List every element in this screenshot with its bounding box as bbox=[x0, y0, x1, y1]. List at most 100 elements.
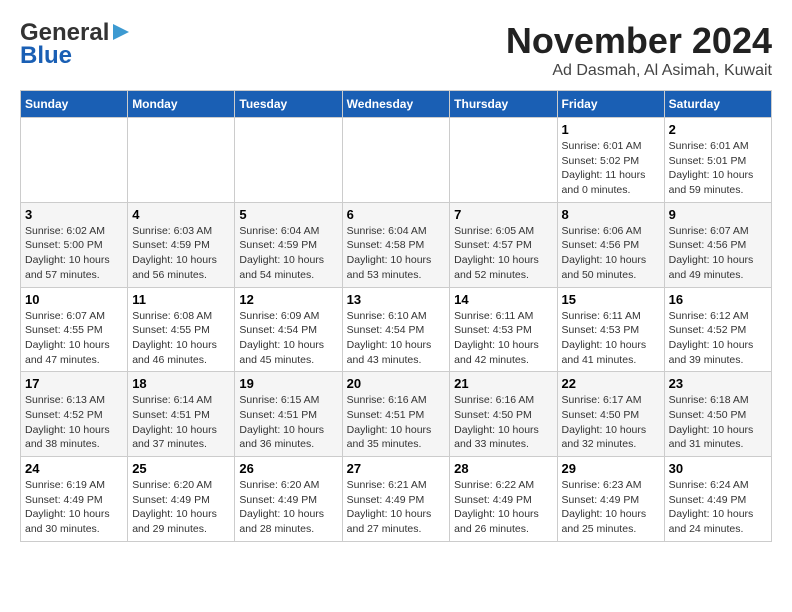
col-header-friday: Friday bbox=[557, 91, 664, 118]
calendar-week-row: 3Sunrise: 6:02 AM Sunset: 5:00 PM Daylig… bbox=[21, 202, 772, 287]
day-info: Sunrise: 6:24 AM Sunset: 4:49 PM Dayligh… bbox=[669, 478, 767, 537]
day-number: 7 bbox=[454, 207, 552, 222]
day-info: Sunrise: 6:21 AM Sunset: 4:49 PM Dayligh… bbox=[347, 478, 446, 537]
day-number: 26 bbox=[239, 461, 337, 476]
day-number: 24 bbox=[25, 461, 123, 476]
title-section: November 2024 Ad Dasmah, Al Asimah, Kuwa… bbox=[506, 20, 772, 80]
calendar-cell: 11Sunrise: 6:08 AM Sunset: 4:55 PM Dayli… bbox=[128, 287, 235, 372]
day-number: 22 bbox=[562, 376, 660, 391]
day-number: 12 bbox=[239, 292, 337, 307]
day-info: Sunrise: 6:05 AM Sunset: 4:57 PM Dayligh… bbox=[454, 224, 552, 283]
day-info: Sunrise: 6:16 AM Sunset: 4:50 PM Dayligh… bbox=[454, 393, 552, 452]
day-info: Sunrise: 6:12 AM Sunset: 4:52 PM Dayligh… bbox=[669, 309, 767, 368]
day-number: 8 bbox=[562, 207, 660, 222]
day-number: 9 bbox=[669, 207, 767, 222]
logo-arrow-icon bbox=[111, 22, 131, 42]
calendar-cell: 15 Sunrise: 6:11 AM Sunset: 4:53 PM Dayli… bbox=[557, 287, 664, 372]
day-info: Sunrise: 6:09 AM Sunset: 4:54 PM Dayligh… bbox=[239, 309, 337, 368]
calendar-cell: 23 Sunrise: 6:18 AM Sunset: 4:50 PM Dayli… bbox=[664, 372, 771, 457]
day-number: 13 bbox=[347, 292, 446, 307]
col-header-wednesday: Wednesday bbox=[342, 91, 450, 118]
day-number: 28 bbox=[454, 461, 552, 476]
month-title: November 2024 bbox=[506, 20, 772, 62]
calendar-cell: 19 Sunrise: 6:15 AM Sunset: 4:51 PM Dayli… bbox=[235, 372, 342, 457]
day-number: 21 bbox=[454, 376, 552, 391]
calendar-cell: 14Sunrise: 6:11 AM Sunset: 4:53 PM Dayli… bbox=[450, 287, 557, 372]
col-header-tuesday: Tuesday bbox=[235, 91, 342, 118]
day-info: Sunrise: 6:07 AM Sunset: 4:56 PM Dayligh… bbox=[669, 224, 767, 283]
day-info: Sunrise: 6:11 AM Sunset: 4:53 PM Dayligh… bbox=[562, 309, 660, 368]
day-info: Sunrise: 6:23 AM Sunset: 4:49 PM Dayligh… bbox=[562, 478, 660, 537]
day-info: Sunrise: 6:03 AM Sunset: 4:59 PM Dayligh… bbox=[132, 224, 230, 283]
calendar-cell: 26 Sunrise: 6:20 AM Sunset: 4:49 PM Dayli… bbox=[235, 457, 342, 542]
day-number: 10 bbox=[25, 292, 123, 307]
day-info: Sunrise: 6:04 AM Sunset: 4:59 PM Dayligh… bbox=[239, 224, 337, 283]
day-info: Sunrise: 6:14 AM Sunset: 4:51 PM Dayligh… bbox=[132, 393, 230, 452]
day-number: 27 bbox=[347, 461, 446, 476]
day-info: Sunrise: 6:15 AM Sunset: 4:51 PM Dayligh… bbox=[239, 393, 337, 452]
day-number: 15 bbox=[562, 292, 660, 307]
col-header-thursday: Thursday bbox=[450, 91, 557, 118]
day-info: Sunrise: 6:18 AM Sunset: 4:50 PM Dayligh… bbox=[669, 393, 767, 452]
calendar-cell: 24 Sunrise: 6:19 AM Sunset: 4:49 PM Dayli… bbox=[21, 457, 128, 542]
day-info: Sunrise: 6:08 AM Sunset: 4:55 PM Dayligh… bbox=[132, 309, 230, 368]
day-number: 1 bbox=[562, 122, 660, 137]
day-number: 30 bbox=[669, 461, 767, 476]
calendar-cell: 29 Sunrise: 6:23 AM Sunset: 4:49 PM Dayli… bbox=[557, 457, 664, 542]
day-number: 18 bbox=[132, 376, 230, 391]
day-info: Sunrise: 6:07 AM Sunset: 4:55 PM Dayligh… bbox=[25, 309, 123, 368]
calendar-cell: 21 Sunrise: 6:16 AM Sunset: 4:50 PM Dayli… bbox=[450, 372, 557, 457]
calendar-table: SundayMondayTuesdayWednesdayThursdayFrid… bbox=[20, 90, 772, 542]
calendar-cell: 13 Sunrise: 6:10 AM Sunset: 4:54 PM Dayli… bbox=[342, 287, 450, 372]
day-info: Sunrise: 6:22 AM Sunset: 4:49 PM Dayligh… bbox=[454, 478, 552, 537]
day-number: 16 bbox=[669, 292, 767, 307]
calendar-cell: 30 Sunrise: 6:24 AM Sunset: 4:49 PM Dayli… bbox=[664, 457, 771, 542]
day-info: Sunrise: 6:19 AM Sunset: 4:49 PM Dayligh… bbox=[25, 478, 123, 537]
calendar-cell: 28 Sunrise: 6:22 AM Sunset: 4:49 PM Dayli… bbox=[450, 457, 557, 542]
day-info: Sunrise: 6:17 AM Sunset: 4:50 PM Dayligh… bbox=[562, 393, 660, 452]
calendar-cell: 25Sunrise: 6:20 AM Sunset: 4:49 PM Dayli… bbox=[128, 457, 235, 542]
calendar-cell bbox=[450, 118, 557, 203]
day-info: Sunrise: 6:04 AM Sunset: 4:58 PM Dayligh… bbox=[347, 224, 446, 283]
day-info: Sunrise: 6:16 AM Sunset: 4:51 PM Dayligh… bbox=[347, 393, 446, 452]
calendar-cell: 3Sunrise: 6:02 AM Sunset: 5:00 PM Daylig… bbox=[21, 202, 128, 287]
day-number: 5 bbox=[239, 207, 337, 222]
calendar-cell: 22 Sunrise: 6:17 AM Sunset: 4:50 PM Dayli… bbox=[557, 372, 664, 457]
day-info: Sunrise: 6:01 AM Sunset: 5:01 PM Dayligh… bbox=[669, 139, 767, 198]
calendar-cell: 9 Sunrise: 6:07 AM Sunset: 4:56 PM Daylig… bbox=[664, 202, 771, 287]
day-number: 2 bbox=[669, 122, 767, 137]
day-number: 6 bbox=[347, 207, 446, 222]
day-info: Sunrise: 6:11 AM Sunset: 4:53 PM Dayligh… bbox=[454, 309, 552, 368]
day-info: Sunrise: 6:01 AM Sunset: 5:02 PM Dayligh… bbox=[562, 139, 660, 198]
day-info: Sunrise: 6:13 AM Sunset: 4:52 PM Dayligh… bbox=[25, 393, 123, 452]
calendar-week-row: 17 Sunrise: 6:13 AM Sunset: 4:52 PM Dayli… bbox=[21, 372, 772, 457]
col-header-saturday: Saturday bbox=[664, 91, 771, 118]
day-info: Sunrise: 6:20 AM Sunset: 4:49 PM Dayligh… bbox=[132, 478, 230, 537]
logo: General Blue bbox=[20, 20, 131, 70]
day-info: Sunrise: 6:06 AM Sunset: 4:56 PM Dayligh… bbox=[562, 224, 660, 283]
col-header-monday: Monday bbox=[128, 91, 235, 118]
logo-blue: Blue bbox=[20, 42, 72, 70]
calendar-week-row: 24 Sunrise: 6:19 AM Sunset: 4:49 PM Dayli… bbox=[21, 457, 772, 542]
day-info: Sunrise: 6:20 AM Sunset: 4:49 PM Dayligh… bbox=[239, 478, 337, 537]
calendar-cell: 5 Sunrise: 6:04 AM Sunset: 4:59 PM Daylig… bbox=[235, 202, 342, 287]
calendar-cell bbox=[128, 118, 235, 203]
calendar-week-row: 10 Sunrise: 6:07 AM Sunset: 4:55 PM Dayli… bbox=[21, 287, 772, 372]
calendar-cell: 1 Sunrise: 6:01 AM Sunset: 5:02 PM Daylig… bbox=[557, 118, 664, 203]
day-number: 19 bbox=[239, 376, 337, 391]
calendar-cell bbox=[235, 118, 342, 203]
day-number: 29 bbox=[562, 461, 660, 476]
calendar-week-row: 1 Sunrise: 6:01 AM Sunset: 5:02 PM Daylig… bbox=[21, 118, 772, 203]
calendar-cell: 17 Sunrise: 6:13 AM Sunset: 4:52 PM Dayli… bbox=[21, 372, 128, 457]
day-number: 4 bbox=[132, 207, 230, 222]
day-number: 23 bbox=[669, 376, 767, 391]
day-info: Sunrise: 6:10 AM Sunset: 4:54 PM Dayligh… bbox=[347, 309, 446, 368]
calendar-cell: 10 Sunrise: 6:07 AM Sunset: 4:55 PM Dayli… bbox=[21, 287, 128, 372]
day-number: 17 bbox=[25, 376, 123, 391]
calendar-cell: 6 Sunrise: 6:04 AM Sunset: 4:58 PM Daylig… bbox=[342, 202, 450, 287]
calendar-cell: 8 Sunrise: 6:06 AM Sunset: 4:56 PM Daylig… bbox=[557, 202, 664, 287]
day-info: Sunrise: 6:02 AM Sunset: 5:00 PM Dayligh… bbox=[25, 224, 123, 283]
calendar-cell: 2 Sunrise: 6:01 AM Sunset: 5:01 PM Daylig… bbox=[664, 118, 771, 203]
calendar-cell: 12 Sunrise: 6:09 AM Sunset: 4:54 PM Dayli… bbox=[235, 287, 342, 372]
col-header-sunday: Sunday bbox=[21, 91, 128, 118]
